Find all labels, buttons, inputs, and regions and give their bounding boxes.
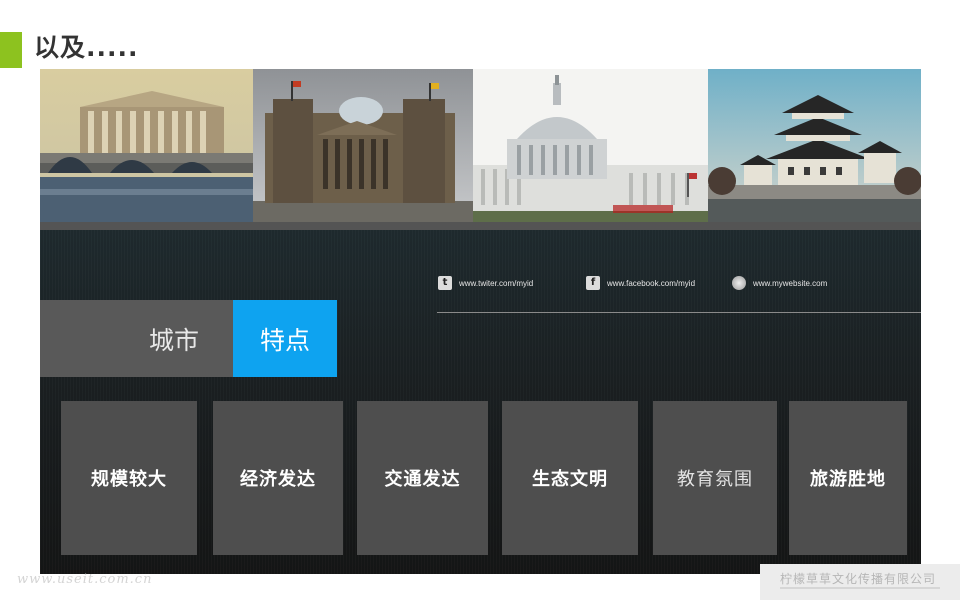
- social-twitter[interactable]: t www.twiter.com/myid: [438, 276, 533, 290]
- footer-watermark-left: www.useit.com.cn: [17, 572, 153, 587]
- photo-reichstag: [253, 69, 473, 222]
- photo-japanese-castle: [708, 69, 921, 222]
- social-website[interactable]: www.mywebsite.com: [732, 276, 827, 290]
- feature-card[interactable]: 旅游胜地: [789, 401, 907, 555]
- website-link-text: www.mywebsite.com: [753, 278, 828, 288]
- title-accent-bar: [0, 32, 22, 68]
- footer-subline: [780, 587, 940, 589]
- slide-title: 以及.....: [34, 33, 139, 62]
- facebook-link-text: www.facebook.com/myid: [607, 278, 696, 288]
- panel-top-divider: [40, 222, 921, 230]
- social-underline: [437, 312, 921, 313]
- feature-card[interactable]: 教育氛围: [653, 401, 777, 555]
- feature-card[interactable]: 生态文明: [502, 401, 638, 555]
- photo-us-capitol: [473, 69, 708, 222]
- tab-feature[interactable]: 特点: [233, 300, 337, 377]
- globe-icon: [732, 276, 746, 290]
- dark-panel: t www.twiter.com/myid f www.facebook.com…: [40, 222, 921, 574]
- photo-strip: [40, 69, 921, 222]
- social-facebook[interactable]: f www.facebook.com/myid: [586, 276, 695, 290]
- twitter-link-text: www.twiter.com/myid: [459, 278, 534, 288]
- tab-city[interactable]: 城市: [40, 300, 233, 377]
- feature-card[interactable]: 交通发达: [357, 401, 488, 555]
- footer-watermark-right: 柠檬草草文化传播有限公司: [760, 564, 960, 600]
- feature-card[interactable]: 规模较大: [61, 401, 197, 555]
- facebook-icon: f: [586, 276, 600, 290]
- footer-company-name: 柠檬草草文化传播有限公司: [780, 572, 937, 586]
- twitter-icon: t: [438, 276, 452, 290]
- feature-card[interactable]: 经济发达: [213, 401, 343, 555]
- photo-palais-bourbon: [40, 69, 253, 222]
